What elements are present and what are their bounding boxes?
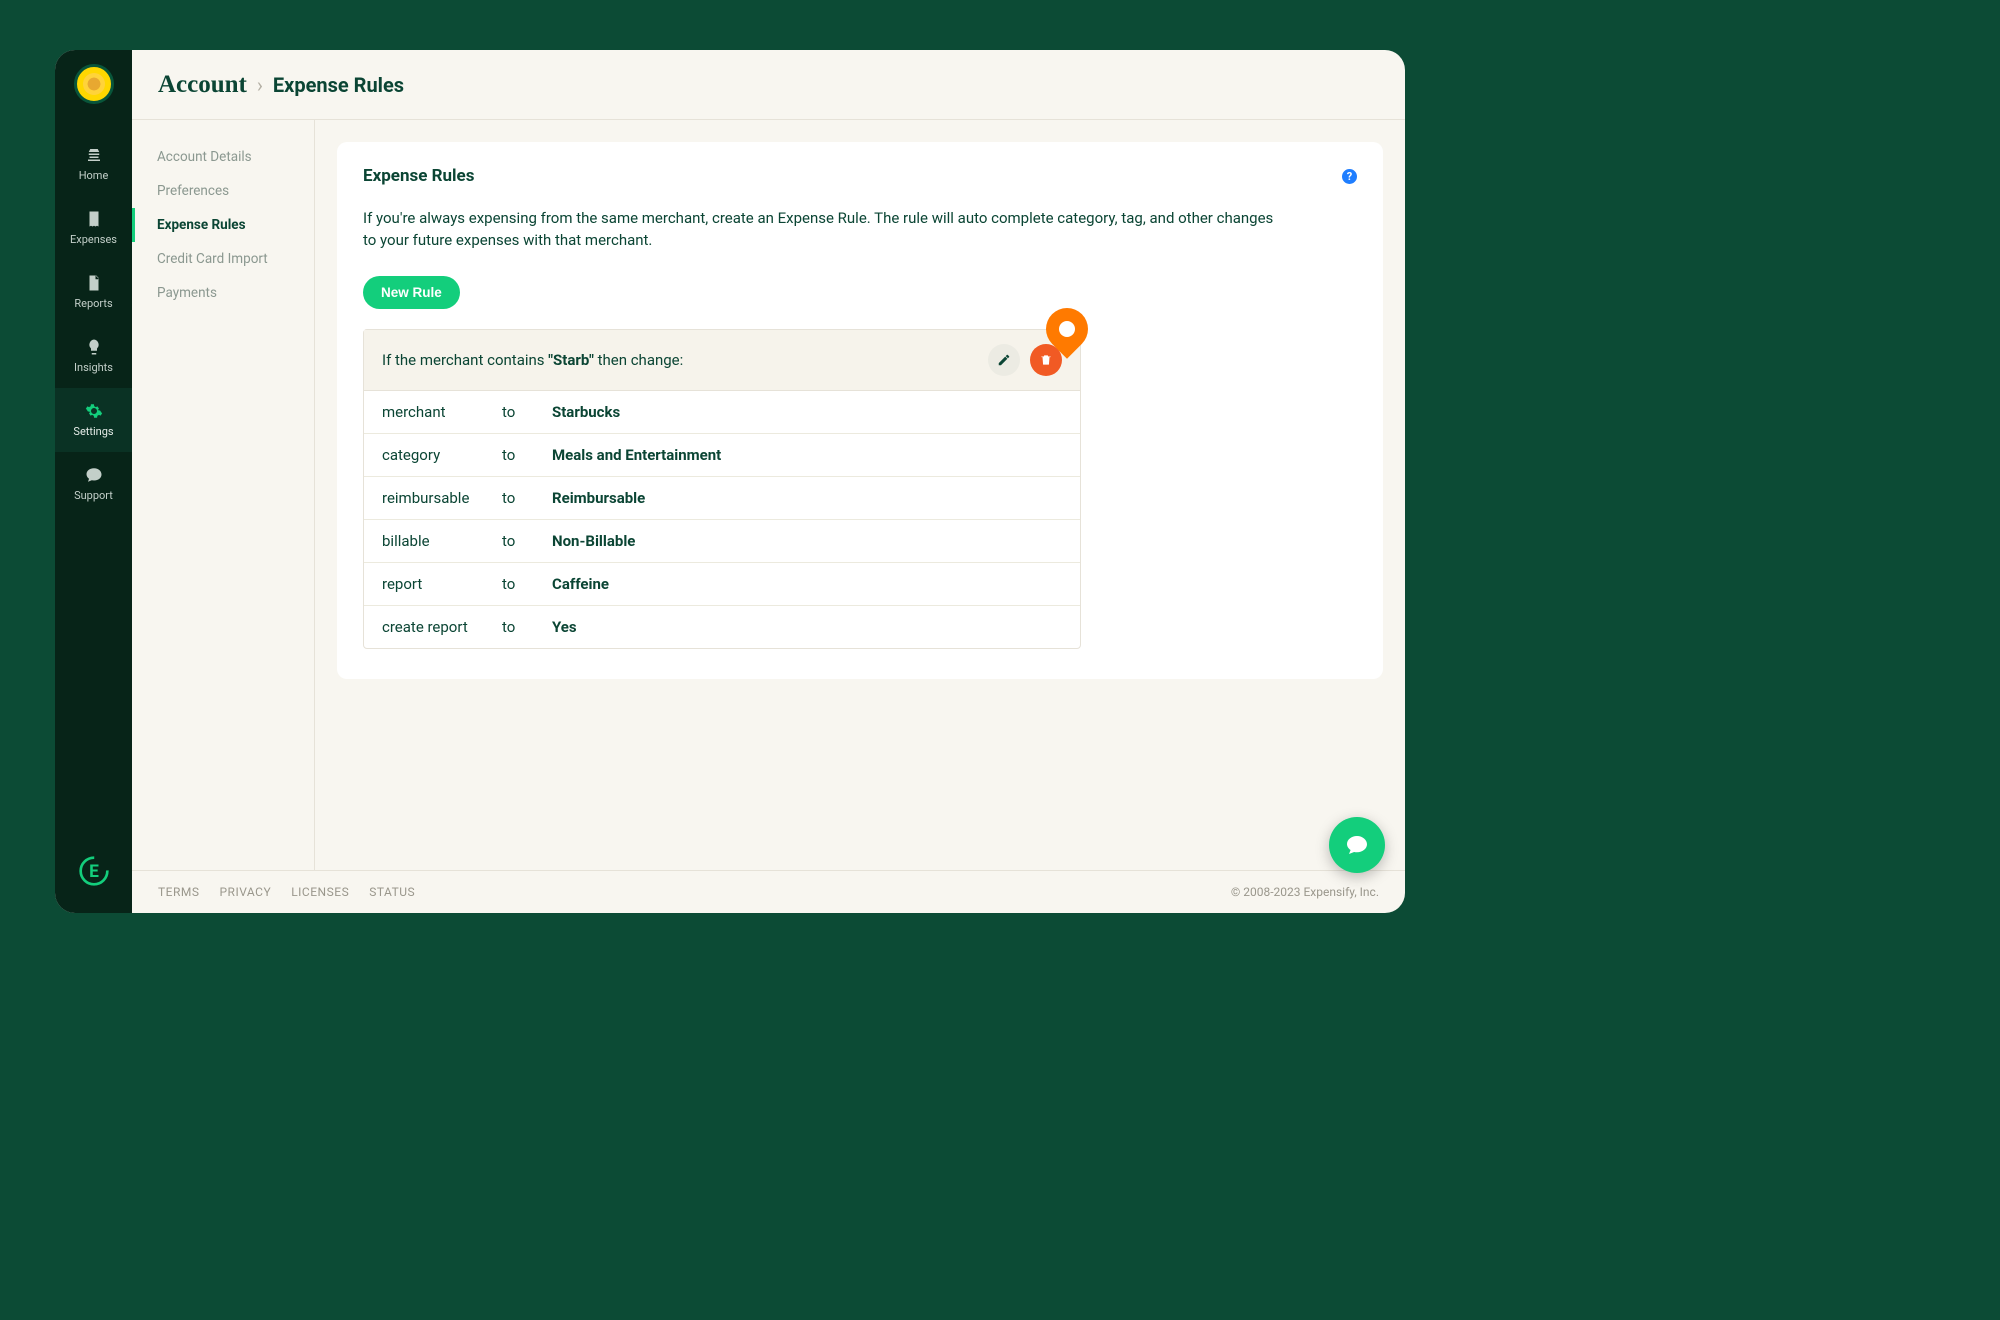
rail-item-support[interactable]: Support [55, 452, 132, 516]
rule-row: category to Meals and Entertainment [364, 434, 1080, 477]
rule-value: Meals and Entertainment [552, 446, 1062, 464]
new-rule-button[interactable]: New Rule [363, 276, 460, 309]
chat-fab[interactable] [1329, 817, 1385, 873]
rule-row: billable to Non-Billable [364, 520, 1080, 563]
chat-bubble-icon [1345, 833, 1369, 857]
rule-field: create report [382, 618, 492, 636]
rule-row: merchant to Starbucks [364, 391, 1080, 434]
rail-label: Home [79, 169, 109, 182]
rule-value: Non-Billable [552, 532, 1062, 550]
rail-item-reports[interactable]: Reports [55, 260, 132, 324]
rule-value: Starbucks [552, 403, 1062, 421]
rule-header: If the merchant contains "Starb" then ch… [364, 330, 1080, 391]
pencil-icon [997, 353, 1011, 367]
subnav-item-preferences[interactable]: Preferences [132, 174, 314, 208]
subnav-label: Preferences [157, 183, 229, 199]
footer-link-terms[interactable]: TERMS [158, 885, 199, 899]
rule-rows: merchant to Starbucks category to Meals and E… [364, 391, 1080, 648]
edit-rule-button[interactable] [988, 344, 1020, 376]
breadcrumb-root[interactable]: Account [158, 71, 247, 99]
help-icon[interactable]: ? [1342, 169, 1357, 184]
subnav-label: Account Details [157, 149, 252, 165]
subnav-label: Expense Rules [157, 217, 246, 233]
rule-to-label: to [502, 618, 542, 636]
rule-value: Caffeine [552, 575, 1062, 593]
topbar: Account › Expense Rules [132, 50, 1405, 120]
footer-link-privacy[interactable]: PRIVACY [219, 885, 271, 899]
content-area: Expense Rules ? If you're always expensi… [315, 120, 1405, 870]
rule-row: reimbursable to Reimbursable [364, 477, 1080, 520]
app-logo[interactable] [74, 64, 114, 104]
subnav-item-payments[interactable]: Payments [132, 276, 314, 310]
subnav-item-expense-rules[interactable]: Expense Rules [132, 208, 314, 242]
expensify-e-icon[interactable]: E [74, 851, 114, 891]
rule-row: report to Caffeine [364, 563, 1080, 606]
rule-to-label: to [502, 446, 542, 464]
rail-item-expenses[interactable]: Expenses [55, 196, 132, 260]
subnav-label: Payments [157, 285, 217, 301]
lightbulb-icon [85, 338, 103, 356]
footer-copyright: © 2008-2023 Expensify, Inc. [1231, 885, 1379, 899]
expense-rules-card: Expense Rules ? If you're always expensi… [337, 142, 1383, 679]
rule-to-label: to [502, 403, 542, 421]
card-description: If you're always expensing from the same… [363, 208, 1283, 252]
rule-condition: If the merchant contains "Starb" then ch… [382, 351, 683, 369]
footer-link-licenses[interactable]: LICENSES [291, 885, 349, 899]
chat-icon [85, 466, 103, 484]
card-title: Expense Rules [363, 166, 474, 186]
rail-label: Reports [74, 297, 112, 310]
rule-row: create report to Yes [364, 606, 1080, 648]
body: Account Details Preferences Expense Rule… [132, 120, 1405, 870]
svg-text:E: E [89, 862, 99, 882]
rule-to-label: to [502, 575, 542, 593]
rail-item-home[interactable]: Home [55, 132, 132, 196]
rule-field: merchant [382, 403, 492, 421]
receipt-icon [85, 210, 103, 228]
footer-link-status[interactable]: STATUS [369, 885, 415, 899]
trash-icon [1039, 353, 1053, 367]
document-icon [85, 274, 103, 292]
footer-links: TERMS PRIVACY LICENSES STATUS [158, 885, 415, 899]
main-area: Account › Expense Rules Account Details … [132, 50, 1405, 913]
rule-condition-suffix: then change: [594, 351, 683, 369]
subnav-label: Credit Card Import [157, 251, 268, 267]
rule-field: billable [382, 532, 492, 550]
rail-item-settings[interactable]: Settings [55, 388, 132, 452]
subnav: Account Details Preferences Expense Rule… [132, 120, 315, 870]
rail-label: Support [74, 489, 113, 502]
gear-icon [85, 402, 103, 420]
footer: TERMS PRIVACY LICENSES STATUS © 2008-202… [132, 870, 1405, 913]
rail-item-insights[interactable]: Insights [55, 324, 132, 388]
rule-field: reimbursable [382, 489, 492, 507]
subnav-item-cc-import[interactable]: Credit Card Import [132, 242, 314, 276]
rule-to-label: to [502, 532, 542, 550]
breadcrumb-leaf: Expense Rules [273, 73, 404, 97]
rule-value: Reimbursable [552, 489, 1062, 507]
rail-label: Settings [73, 425, 113, 438]
nav-rail: Home Expenses Reports Insights Settings … [55, 50, 132, 913]
rule-to-label: to [502, 489, 542, 507]
rule-card: If the merchant contains "Starb" then ch… [363, 329, 1081, 649]
rule-value: Yes [552, 618, 1062, 636]
chevron-right-icon: › [257, 73, 263, 97]
rule-field: report [382, 575, 492, 593]
app-window: Home Expenses Reports Insights Settings … [55, 50, 1405, 913]
rule-condition-value: "Starb" [548, 351, 594, 369]
rule-condition-prefix: If the merchant contains [382, 351, 548, 369]
home-icon [85, 146, 103, 164]
subnav-item-account-details[interactable]: Account Details [132, 140, 314, 174]
rule-field: category [382, 446, 492, 464]
rail-label: Expenses [70, 233, 117, 246]
rail-label: Insights [74, 361, 113, 374]
